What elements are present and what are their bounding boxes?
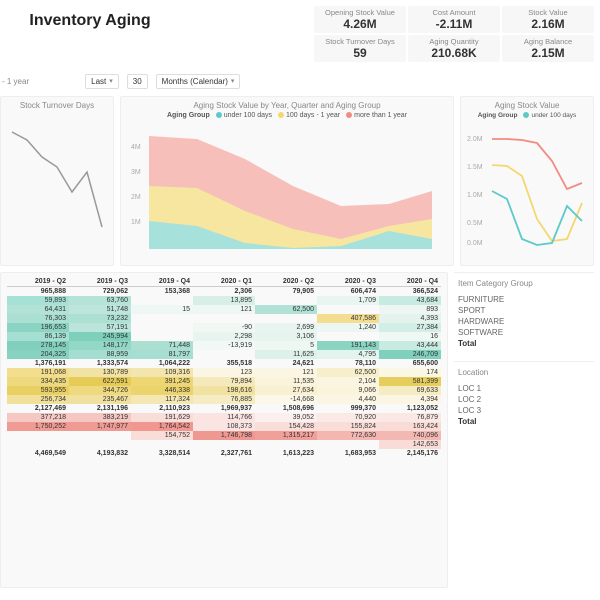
breadcrumb: - 1 year <box>2 77 29 86</box>
chart-aging-lines[interactable]: Aging Stock Value Aging Group under 100 … <box>460 96 594 266</box>
line-chart-icon <box>7 112 107 252</box>
multi-line-chart-icon: 2.0M 1.5M 1.0M 0.5M 0.0M <box>467 121 587 249</box>
kpi-card[interactable]: Cost Amount-2.11M <box>408 6 500 33</box>
list-item[interactable]: LOC 1 <box>458 383 590 394</box>
kpi-card[interactable]: Aging Balance2.15M <box>502 35 594 62</box>
svg-text:4M: 4M <box>131 144 141 151</box>
location-rows: LOC 1LOC 2LOC 3Total <box>458 383 590 427</box>
svg-text:3M: 3M <box>131 169 141 176</box>
dashboard-root: Inventory Aging Opening Stock Value4.26M… <box>0 0 600 600</box>
chevron-down-icon: ▾ <box>109 77 113 85</box>
title-block: Inventory Aging <box>0 6 180 30</box>
page-title: Inventory Aging <box>0 12 180 30</box>
aging-matrix: 2019 - Q22019 - Q32019 - Q42020 - Q12020… <box>7 277 441 458</box>
list-item[interactable]: LOC 3 <box>458 405 590 416</box>
side-panels: Item Category Group FURNITURESPORTHARDWA… <box>454 272 594 588</box>
kpi-card[interactable]: Opening Stock Value4.26M <box>314 6 406 33</box>
kpi-card[interactable]: Aging Quantity210.68K <box>408 35 500 62</box>
filter-bar: - 1 year Last ▾ 30 Months (Calendar) ▾ <box>0 70 594 92</box>
kpi-card[interactable]: Stock Value2.16M <box>502 6 594 33</box>
svg-text:2M: 2M <box>131 194 141 201</box>
svg-text:0.0M: 0.0M <box>467 240 483 247</box>
charts-row: Stock Turnover Days Aging Stock Value by… <box>0 96 594 266</box>
kpi-grid: Opening Stock Value4.26MCost Amount-2.11… <box>314 6 594 62</box>
list-item[interactable]: LOC 2 <box>458 394 590 405</box>
list-item[interactable]: SPORT <box>458 305 590 316</box>
category-rows: FURNITURESPORTHARDWARESOFTWARETotal <box>458 294 590 349</box>
filter-last[interactable]: Last ▾ <box>85 74 119 89</box>
list-item[interactable]: FURNITURE <box>458 294 590 305</box>
chart-aging-stacked[interactable]: Aging Stock Value by Year, Quarter and A… <box>120 96 454 266</box>
list-item[interactable]: SOFTWARE <box>458 327 590 338</box>
svg-text:1M: 1M <box>131 219 141 226</box>
svg-text:0.5M: 0.5M <box>467 220 483 227</box>
header: Inventory Aging Opening Stock Value4.26M… <box>0 6 594 68</box>
chart-turnover-days[interactable]: Stock Turnover Days <box>0 96 114 266</box>
area-chart-icon: 4M 3M 2M 1M <box>127 121 437 249</box>
filter-count[interactable]: 30 <box>127 74 148 89</box>
bottom-row: 2019 - Q22019 - Q32019 - Q42020 - Q12020… <box>0 272 594 588</box>
kpi-card[interactable]: Stock Turnover Days59 <box>314 35 406 62</box>
list-item[interactable]: HARDWARE <box>458 316 590 327</box>
matrix-panel[interactable]: 2019 - Q22019 - Q32019 - Q42020 - Q12020… <box>0 272 448 588</box>
legend: Aging Group under 100 days 100 days - 1 … <box>127 112 447 119</box>
svg-text:1.5M: 1.5M <box>467 164 483 171</box>
category-panel[interactable]: Item Category Group FURNITURESPORTHARDWA… <box>454 272 594 355</box>
svg-text:1.0M: 1.0M <box>467 192 483 199</box>
filter-unit[interactable]: Months (Calendar) ▾ <box>156 74 241 89</box>
svg-text:2.0M: 2.0M <box>467 136 483 143</box>
location-panel[interactable]: Location LOC 1LOC 2LOC 3Total <box>454 361 594 433</box>
chevron-down-icon: ▾ <box>231 77 235 85</box>
